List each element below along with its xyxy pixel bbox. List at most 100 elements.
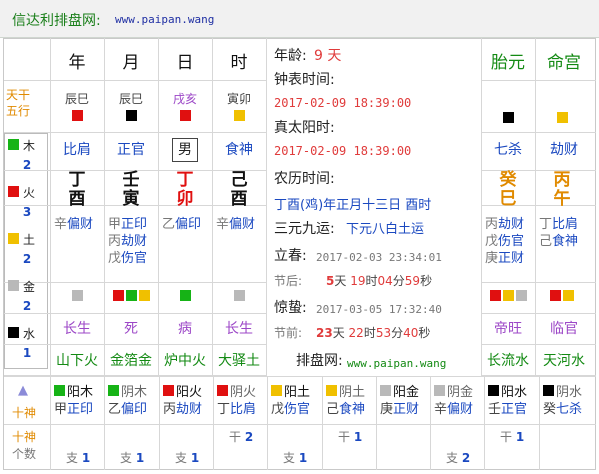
bottom-row1: 阳金 [380,384,428,401]
solar-value: 2017-02-09 18:39:00 [274,144,412,158]
bottom-row2: 庚正财 [380,401,428,418]
element-square-icon [489,290,501,301]
bottom-divider [4,376,596,377]
element-square-icon [8,139,19,150]
lunar-value: 丁酉(鸡)年正月十三日 酉时 [274,198,432,213]
pillar-phase: 长生 [225,321,253,337]
lunar-label: 农历时间: [274,171,335,187]
grid-hline [4,313,266,314]
bottom-stem-char: 辛 [434,402,448,417]
label-geshu: 个数 [12,447,37,461]
bottom-zhi-count: 支 1 [108,451,156,466]
paipan-url[interactable]: www.paipan.wang [347,356,446,371]
solar-label: 真太阳时: [274,120,335,136]
pillar-nayin: 大驿土 [218,353,260,369]
zhi-count: 1 [135,451,145,465]
zhi-label: 支 [283,451,299,465]
pillar-wuxing: 寅卯 [212,92,266,125]
element-count: 3 [22,205,32,219]
arrow-up-icon[interactable]: ▲ [18,383,28,398]
bottom-row1: 阴金 [434,384,482,401]
bottom-element-name: 阴水 [556,385,583,400]
jingzhe-label: 惊蛰: [274,300,307,316]
site-url[interactable]: www.paipan.wang [115,13,214,26]
zhi-label: 支 [66,451,82,465]
sanyuan-label: 三元九运: [274,221,335,237]
age-label: 年龄: [274,48,307,64]
hidden-stems: 丁比肩 己食神 [535,216,593,250]
pillar-branch: 酉 [230,189,248,209]
pillar-ganzhi: 丁卯 [158,171,212,209]
bottom-element-name: 阳水 [501,385,528,400]
bottom-row1: 阴木 [108,384,156,401]
element-name: 水 [23,327,36,341]
pillar-shishen: 比肩 [63,142,91,158]
bottom-stem-shen: 七杀 [556,402,583,417]
element-square-icon [125,290,137,301]
hidden-stem-shen: 比肩 [552,217,579,232]
hidden-stems: 丙劫财 戊伤官 庚正财 [481,216,535,267]
bottom-row2: 辛偏财 [434,401,482,418]
bottom-row1: 阳木 [54,384,102,401]
bottom-element-name: 阳火 [176,385,203,400]
extra-ganzhi: 丙午 [535,171,589,209]
element-name: 金 [23,280,36,294]
hidden-stem-row: 庚正财 [485,250,535,267]
bottom-row2: 壬正官 [488,401,536,418]
wuxing-square-cell [481,112,535,127]
bottom-stem-shen: 伤官 [284,402,311,417]
bottom-shishen-cell: 阳木 甲正印 [54,384,102,418]
hidden-stem-shen: 伤官 [498,234,525,249]
pillar-phase: 长生 [63,321,91,337]
element-squares [50,290,104,305]
extra-branch: 午 [553,189,571,209]
bottom-shishen-cell: 阳土 戊伤官 [271,384,319,418]
grid-hline [481,132,596,133]
bottom-row1: 阴土 [326,384,374,401]
hidden-stem-char: 庚 [485,251,499,266]
element-square-icon [233,290,245,301]
bottom-stem-char: 乙 [108,402,122,417]
bottom-row2: 癸七杀 [543,401,591,418]
bottom-shishen-cell: 阴火 丁比肩 [217,384,265,418]
element-count: 2 [22,158,32,172]
pillar-nayin: 山下火 [56,353,98,369]
bottom-element-name: 阴金 [447,385,474,400]
element-squares [212,290,266,305]
gender-box[interactable]: 男 [172,138,198,162]
bottom-stem-shen: 偏财 [447,402,474,417]
element-squares [104,290,158,305]
bottom-row1: 阳土 [271,384,319,401]
hidden-stem-shen: 偏财 [229,217,256,232]
hidden-stem-char: 辛 [216,217,230,232]
element-squares [481,290,535,305]
hidden-stem-row: 辛偏财 [54,216,104,233]
hidden-stems: 辛偏财 [212,216,266,233]
pillar-shishen: 正官 [117,142,145,158]
hidden-stem-char: 乙 [162,217,176,232]
bottom-gan-count: 干 1 [326,430,374,445]
hidden-stem-char: 己 [539,234,553,249]
extra-stem: 丙 [553,170,571,190]
element-square-icon [138,290,150,301]
jiehou-label: 节后: [274,274,303,288]
grid-vline [266,38,267,376]
hidden-stem-row: 乙偏印 [162,216,212,233]
grid-hline [481,375,596,376]
label-shishen-bottom: 十神 [12,406,37,420]
gan-label: 干 [338,430,354,444]
element-name: 土 [23,233,36,247]
extra-branch: 巳 [499,189,517,209]
element-square-icon [8,280,19,291]
col-month: 月 [122,53,140,73]
bottom-element-name: 阳木 [67,385,94,400]
bottom-element-name: 阴木 [121,385,148,400]
hidden-stem-shen: 食神 [552,234,579,249]
bottom-gan-count: 干 1 [488,430,536,445]
element-square-icon [326,385,337,396]
hidden-stem-row: 丁比肩 [539,216,593,233]
zhi-label: 支 [175,451,191,465]
element-square-icon [179,290,191,301]
element-count: 2 [22,252,32,266]
bottom-stem-char: 癸 [543,402,557,417]
